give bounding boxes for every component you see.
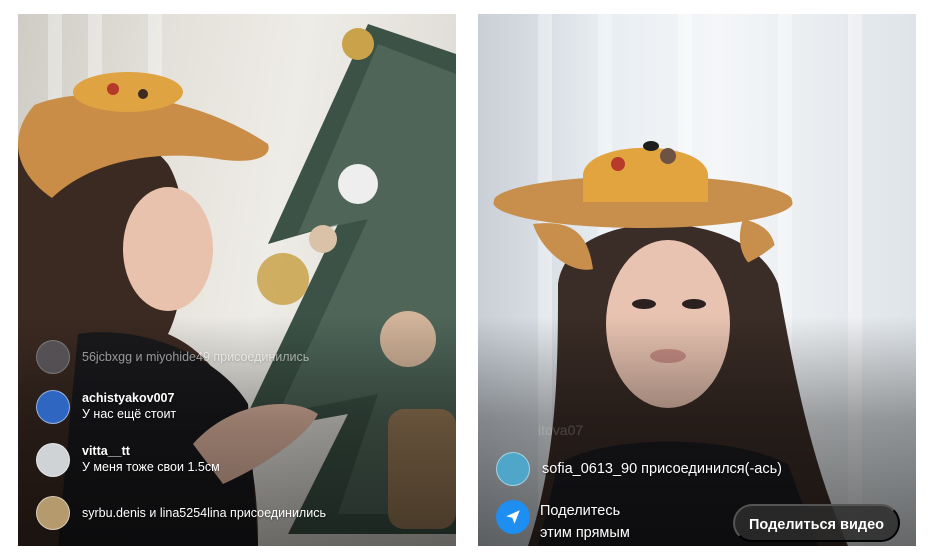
avatar[interactable] [36,443,70,477]
system-message: 56jcbxgg и miyohide49 присоединились [36,340,309,374]
avatar [496,452,530,486]
comment-message: У нас ещё стоит [82,407,177,421]
system-message: sofia_0613_90 присоединился(-ась) [496,452,782,486]
comment-username[interactable]: achistyakov007 [82,390,176,406]
pizza-hat-effect [493,141,793,274]
share-prompt-line1: Поделитесь [540,503,621,519]
share-video-button[interactable]: Поделиться видео [732,504,900,542]
comment[interactable]: vitta__tt У меня тоже свои 1.5см [36,443,220,477]
comment-body: achistyakov007 У нас ещё стоит [82,390,176,422]
join-text: syrbu.denis и lina5254lina присоединилис… [82,506,326,520]
system-message: syrbu.denis и lina5254lina присоединилис… [36,496,326,530]
comment-username[interactable]: vitta__tt [82,443,220,459]
faded-username: itova07 [538,422,584,438]
join-text: 56jcbxgg и miyohide49 присоединились [82,350,310,364]
pizza-hat-effect [18,72,269,214]
share-prompt-line2: этим прямым [540,525,630,541]
avatar[interactable] [36,390,70,424]
share-live-prompt[interactable]: Поделитесь этим прямым [496,500,630,544]
share-prompt-text: Поделитесь этим прямым [540,500,630,544]
send-icon[interactable] [496,500,530,534]
join-text: sofia_0613_90 присоединился(-ась) [542,461,782,477]
avatar [36,496,70,530]
comment-body: vitta__tt У меня тоже свои 1.5см [82,443,220,475]
avatar [36,340,70,374]
right-live-stream: itova07 sofia_0613_90 присоединился(-ась… [478,14,916,546]
comment-message: У меня тоже свои 1.5см [82,460,220,474]
left-live-stream: 56jcbxgg и miyohide49 присоединились ach… [18,14,456,546]
comment[interactable]: achistyakov007 У нас ещё стоит [36,390,176,424]
